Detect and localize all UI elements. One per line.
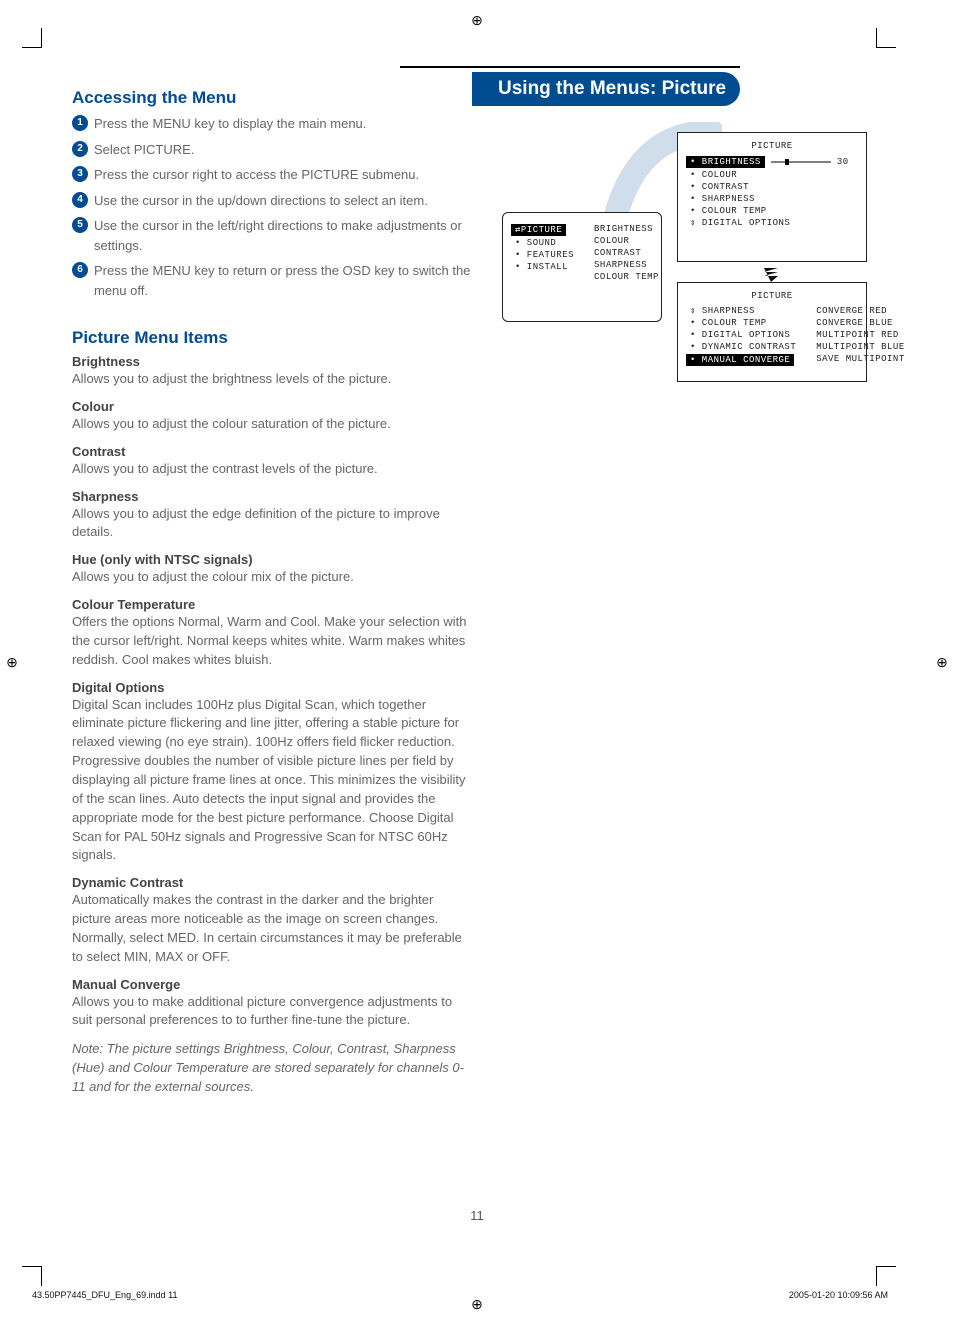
crop-mark-bl bbox=[22, 1266, 42, 1286]
osd-selected-row: • MANUAL CONVERGE bbox=[686, 354, 794, 366]
step-number-badge: 3 bbox=[72, 166, 88, 182]
step-item: 1 Press the MENU key to display the main … bbox=[72, 114, 472, 134]
registration-mark-icon: ⊕ bbox=[934, 654, 950, 670]
item-body: Allows you to adjust the brightness leve… bbox=[72, 370, 472, 389]
osd-row: MULTIPOINT BLUE bbox=[812, 341, 909, 353]
step-list: 1 Press the MENU key to display the main … bbox=[72, 114, 472, 300]
content-column: Accessing the Menu 1 Press the MENU key t… bbox=[72, 72, 472, 1110]
item-heading: Dynamic Contrast bbox=[72, 875, 472, 890]
item-body: Digital Scan includes 100Hz plus Digital… bbox=[72, 696, 472, 866]
osd-row: COLOUR TEMP bbox=[590, 271, 663, 283]
step-text: Use the cursor in the up/down directions… bbox=[94, 191, 472, 211]
osd-row: • DIGITAL OPTIONS bbox=[686, 329, 800, 341]
note-text: Note: The picture settings Brightness, C… bbox=[72, 1040, 472, 1097]
step-number-badge: 1 bbox=[72, 115, 88, 131]
osd-row: MULTIPOINT RED bbox=[812, 329, 909, 341]
menu-item-digital-options: Digital OptionsDigital Scan includes 100… bbox=[72, 680, 472, 866]
registration-mark-icon: ⊕ bbox=[4, 654, 20, 670]
menu-item-brightness: BrightnessAllows you to adjust the brigh… bbox=[72, 354, 472, 389]
page-banner: Using the Menus: Picture bbox=[472, 72, 740, 106]
item-body: Allows you to adjust the colour mix of t… bbox=[72, 568, 472, 587]
step-item: 3 Press the cursor right to access the PI… bbox=[72, 165, 472, 185]
crop-mark-tl bbox=[22, 28, 42, 48]
menu-item-colour-temp: Colour TemperatureOffers the options Nor… bbox=[72, 597, 472, 670]
osd-row: CONVERGE BLUE bbox=[812, 317, 909, 329]
osd-row: • COLOUR TEMP bbox=[686, 317, 800, 329]
item-heading: Colour bbox=[72, 399, 472, 414]
menu-item-colour: ColourAllows you to adjust the colour sa… bbox=[72, 399, 472, 434]
osd-row: ⇕ SHARPNESS bbox=[686, 305, 800, 317]
step-item: 6 Press the MENU key to return or press t… bbox=[72, 261, 472, 300]
menu-item-contrast: ContrastAllows you to adjust the contras… bbox=[72, 444, 472, 479]
item-heading: Hue (only with NTSC signals) bbox=[72, 552, 472, 567]
item-body: Allows you to adjust the edge definition… bbox=[72, 505, 472, 543]
item-heading: Colour Temperature bbox=[72, 597, 472, 612]
step-number-badge: 5 bbox=[72, 217, 88, 233]
item-heading: Brightness bbox=[72, 354, 472, 369]
osd-row: • INSTALL bbox=[511, 261, 578, 273]
step-text: Press the MENU key to display the main m… bbox=[94, 114, 472, 134]
section-heading-items: Picture Menu Items bbox=[72, 328, 472, 348]
menu-item-manual-converge: Manual ConvergeAllows you to make additi… bbox=[72, 977, 472, 1031]
step-item: 5 Use the cursor in the left/right direct… bbox=[72, 216, 472, 255]
osd-main-menu: ⇄PICTURE • SOUND • FEATURES • INSTALL BR… bbox=[502, 212, 662, 322]
crop-mark-tr bbox=[876, 28, 896, 48]
step-text: Press the cursor right to access the PIC… bbox=[94, 165, 472, 185]
step-text: Select PICTURE. bbox=[94, 140, 472, 160]
osd-row: • FEATURES bbox=[511, 249, 578, 261]
osd-row: • SOUND bbox=[511, 237, 578, 249]
step-item: 4 Use the cursor in the up/down direction… bbox=[72, 191, 472, 211]
imprint-timestamp: 2005-01-20 10:09:56 AM bbox=[789, 1290, 888, 1300]
menu-item-dynamic-contrast: Dynamic ContrastAutomatically makes the … bbox=[72, 875, 472, 966]
registration-mark-icon: ⊕ bbox=[469, 1296, 485, 1312]
osd-row: • CONTRAST bbox=[686, 181, 858, 193]
imprint-filename: 43.50PP7445_DFU_Eng_69.indd 11 bbox=[32, 1290, 177, 1300]
step-number-badge: 4 bbox=[72, 192, 88, 208]
step-item: 2 Select PICTURE. bbox=[72, 140, 472, 160]
item-heading: Manual Converge bbox=[72, 977, 472, 992]
step-text: Press the MENU key to return or press th… bbox=[94, 261, 472, 300]
item-body: Allows you to adjust the colour saturati… bbox=[72, 415, 472, 434]
osd-picture-menu-1: PICTURE • BRIGHTNESS 30 • COLOUR • CONTR… bbox=[677, 132, 867, 262]
osd-title: PICTURE bbox=[686, 291, 858, 301]
step-number-badge: 2 bbox=[72, 141, 88, 157]
step-number-badge: 6 bbox=[72, 262, 88, 278]
step-text: Use the cursor in the left/right directi… bbox=[94, 216, 472, 255]
osd-row: CONVERGE RED bbox=[812, 305, 909, 317]
section-heading-accessing: Accessing the Menu bbox=[72, 88, 472, 108]
menu-item-hue: Hue (only with NTSC signals)Allows you t… bbox=[72, 552, 472, 587]
osd-row: SHARPNESS bbox=[590, 259, 663, 271]
osd-title: PICTURE bbox=[686, 141, 858, 151]
osd-row: • COLOUR TEMP bbox=[686, 205, 858, 217]
slider-icon bbox=[771, 158, 831, 166]
osd-picture-menu-2: PICTURE ⇕ SHARPNESS • COLOUR TEMP • DIGI… bbox=[677, 282, 867, 382]
item-heading: Contrast bbox=[72, 444, 472, 459]
item-body: Automatically makes the contrast in the … bbox=[72, 891, 472, 966]
osd-selected-row: ⇄PICTURE bbox=[511, 224, 566, 236]
item-heading: Sharpness bbox=[72, 489, 472, 504]
osd-row: BRIGHTNESS bbox=[590, 223, 663, 235]
osd-row: • SHARPNESS bbox=[686, 193, 858, 205]
osd-row: ⇕ DIGITAL OPTIONS bbox=[686, 217, 858, 229]
osd-value: 30 bbox=[837, 157, 849, 167]
osd-row: SAVE MULTIPOINT bbox=[812, 353, 909, 365]
osd-row: COLOUR bbox=[590, 235, 663, 247]
registration-mark-icon: ⊕ bbox=[469, 12, 485, 28]
crop-mark-br bbox=[876, 1266, 896, 1286]
item-heading: Digital Options bbox=[72, 680, 472, 695]
menu-item-sharpness: SharpnessAllows you to adjust the edge d… bbox=[72, 489, 472, 543]
item-body: Offers the options Normal, Warm and Cool… bbox=[72, 613, 472, 670]
page-number: 11 bbox=[0, 1208, 954, 1223]
osd-row: CONTRAST bbox=[590, 247, 663, 259]
osd-row: • COLOUR bbox=[686, 169, 858, 181]
item-body: Allows you to make additional picture co… bbox=[72, 993, 472, 1031]
osd-row: • DYNAMIC CONTRAST bbox=[686, 341, 800, 353]
osd-selected-row: • BRIGHTNESS bbox=[686, 156, 765, 168]
item-body: Allows you to adjust the contrast levels… bbox=[72, 460, 472, 479]
